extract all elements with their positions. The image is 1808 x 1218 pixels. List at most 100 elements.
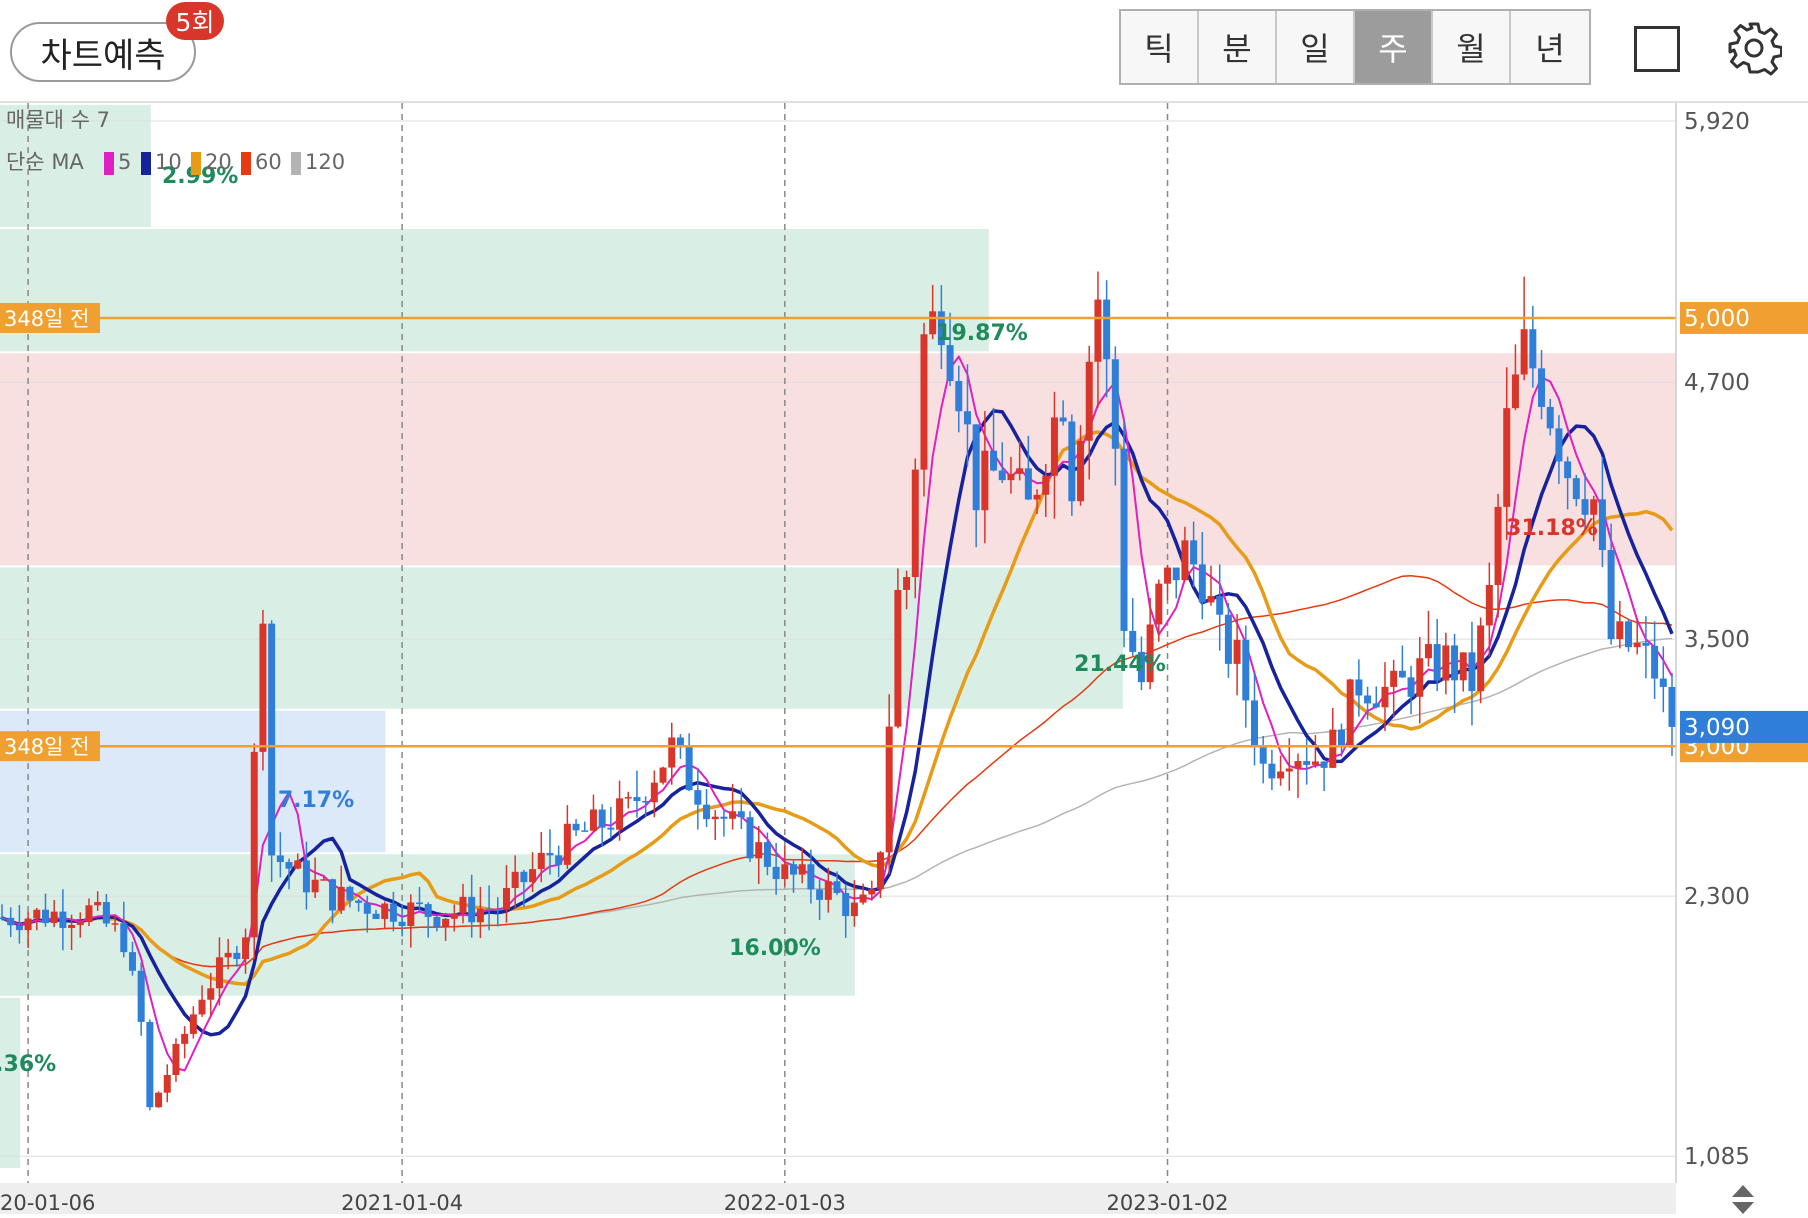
x-tick-label: 2021-01-04 xyxy=(341,1191,463,1214)
chart-area[interactable]: 348일 전 348일 전 2.99% 19.87% 31.18% 21.44% 7.17… xyxy=(0,102,1808,1215)
candle-body xyxy=(546,852,554,856)
candle-body xyxy=(1364,695,1372,704)
candle-body xyxy=(442,918,450,928)
period-tab-day[interactable]: 일 xyxy=(1277,11,1355,83)
ma-120-label: 120 xyxy=(305,150,345,174)
candle xyxy=(720,810,728,837)
ma-60-swatch xyxy=(241,152,251,175)
gear-icon[interactable] xyxy=(1726,20,1782,76)
candle-body xyxy=(963,411,971,425)
candle-body xyxy=(172,1043,180,1076)
candle-body xyxy=(146,1021,154,1108)
candle-body xyxy=(111,923,119,925)
candle-body xyxy=(1424,644,1432,659)
candle xyxy=(163,1064,171,1103)
candle xyxy=(137,962,145,1036)
candle xyxy=(1346,678,1354,748)
candle-body xyxy=(224,952,232,958)
reference-label: 348일 전 xyxy=(4,307,89,331)
candle-body xyxy=(1050,417,1058,476)
candle-body xyxy=(1277,771,1285,779)
x-tick-label: 2022-01-03 xyxy=(724,1191,846,1214)
candle-body xyxy=(1251,700,1258,748)
candle xyxy=(572,819,580,836)
zone-percent-label: 0.36% xyxy=(0,1052,56,1077)
period-tab-month[interactable]: 월 xyxy=(1433,11,1511,83)
candle-body xyxy=(1164,567,1172,584)
candle-body xyxy=(598,809,606,828)
candle xyxy=(703,788,711,828)
candle-body xyxy=(676,737,684,746)
candlestick-chart[interactable]: 348일 전348일 전 2.99%19.87%31.18%21.44%7.17… xyxy=(0,102,1808,1215)
candle-body xyxy=(1120,448,1128,631)
candle-body xyxy=(198,999,206,1015)
candle-body xyxy=(920,334,928,470)
candle-body xyxy=(589,809,597,831)
candle-body xyxy=(302,860,310,893)
candle xyxy=(1651,621,1659,699)
candle-body xyxy=(1268,763,1276,779)
candle-body xyxy=(624,797,632,799)
candle xyxy=(1120,419,1128,648)
candle xyxy=(1485,562,1493,657)
candle xyxy=(1216,564,1224,651)
period-tab-year[interactable]: 년 xyxy=(1511,11,1589,83)
candle-body xyxy=(537,852,545,870)
candle-body xyxy=(955,380,963,412)
candle-body xyxy=(1320,761,1328,768)
candle-body xyxy=(128,952,136,971)
candle-body xyxy=(729,811,737,819)
candle-body xyxy=(1259,747,1267,764)
candle-body xyxy=(24,918,32,931)
period-selector: 틱 분 일 주 월 년 xyxy=(1119,9,1591,85)
candle-body xyxy=(1659,678,1667,687)
candle-body xyxy=(876,852,884,890)
ma-20-swatch xyxy=(191,152,201,175)
candle-body xyxy=(346,886,354,901)
period-tab-tick[interactable]: 틱 xyxy=(1121,11,1199,83)
candle-body xyxy=(433,916,441,928)
candle-body xyxy=(1416,658,1424,697)
candle xyxy=(659,766,667,785)
candle-body xyxy=(990,450,998,471)
candle-body xyxy=(372,913,380,920)
ma-5-label: 5 xyxy=(118,150,131,174)
candle-body xyxy=(694,790,702,805)
candle xyxy=(1337,723,1345,757)
volume-profile-label: 매물대 수 7 xyxy=(6,108,110,132)
candle-body xyxy=(1294,761,1302,769)
candle-body xyxy=(1155,583,1163,625)
candle xyxy=(1251,673,1258,766)
candle-body xyxy=(824,881,832,900)
candle-body xyxy=(1355,679,1363,696)
candle xyxy=(1164,564,1172,600)
candle-body xyxy=(1633,642,1641,648)
candle xyxy=(172,1038,180,1082)
y-tick-label: 5,920 xyxy=(1684,109,1750,135)
candle-body xyxy=(807,864,815,890)
candle xyxy=(1129,598,1137,656)
candle xyxy=(268,620,276,882)
candle-body xyxy=(1007,473,1015,481)
chart-toolbar: 차트예측 5회 틱 분 일 주 월 년 xyxy=(0,0,1808,103)
candle-body xyxy=(607,827,615,830)
candle-body xyxy=(285,862,293,869)
period-tab-week[interactable]: 주 xyxy=(1355,11,1433,83)
candle-body xyxy=(50,911,58,924)
square-icon[interactable] xyxy=(1634,26,1680,72)
candle xyxy=(581,821,589,832)
candle-body xyxy=(233,952,241,960)
candle-body xyxy=(450,913,458,919)
candle xyxy=(624,791,632,809)
period-tab-minute[interactable]: 분 xyxy=(1199,11,1277,83)
candle-body xyxy=(1442,645,1450,681)
candle-body xyxy=(737,811,745,818)
candle xyxy=(598,804,606,847)
candle xyxy=(1433,618,1441,692)
candle-body xyxy=(41,909,49,924)
candle-body xyxy=(511,871,519,888)
ma-20-label: 20 xyxy=(205,150,232,174)
candle-body xyxy=(1372,703,1380,708)
candle-body xyxy=(1024,468,1032,500)
candle-body xyxy=(137,970,145,1022)
